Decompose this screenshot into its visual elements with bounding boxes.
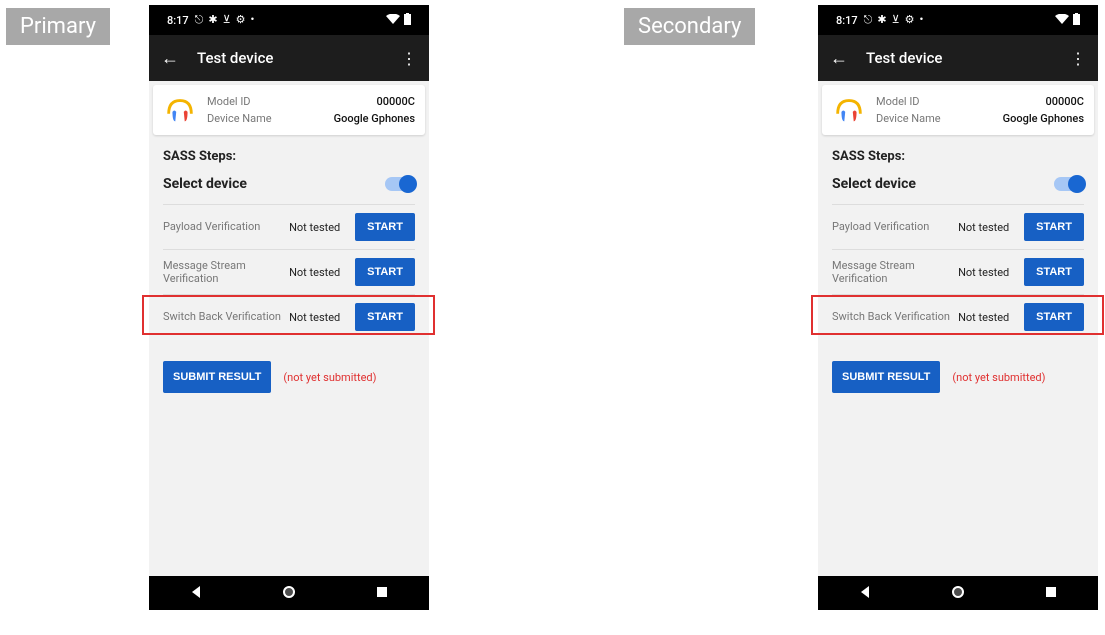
start-button[interactable]: START: [1024, 303, 1084, 331]
start-button[interactable]: START: [355, 303, 415, 331]
nav-recent-icon[interactable]: [375, 584, 389, 603]
step-name: Switch Back Verification: [832, 310, 952, 323]
primary-phone: 8:17 ⎋ ✱ ⊻ ⚙ • ← Test device ⋮: [149, 5, 429, 610]
android-nav-bar: [818, 576, 1098, 610]
device-name-label: Device Name: [207, 112, 272, 125]
step-name: Switch Back Verification: [163, 310, 283, 323]
step-row-payload: Payload Verification Not tested START: [832, 204, 1084, 249]
back-icon[interactable]: ←: [830, 48, 848, 69]
step-status: Not tested: [289, 221, 349, 234]
device-name-value: Google Gphones: [334, 112, 415, 125]
sass-steps-heading: SASS Steps:: [163, 149, 415, 164]
status-time: 8:17: [167, 14, 189, 27]
submit-status-note: (not yet submitted): [952, 371, 1045, 384]
status-icon: ⎋: [864, 13, 873, 27]
status-icon: ⊻: [892, 13, 900, 27]
status-icon: ⚙: [905, 13, 915, 27]
step-status: Not tested: [958, 221, 1018, 234]
status-icon: ⚙: [236, 13, 246, 27]
more-icon[interactable]: ⋮: [1070, 49, 1086, 68]
step-status: Not tested: [958, 311, 1018, 324]
nav-home-icon[interactable]: [282, 584, 296, 603]
step-status: Not tested: [289, 311, 349, 324]
model-id-label: Model ID: [876, 95, 920, 108]
select-device-label: Select device: [832, 176, 916, 192]
model-id-value: 00000C: [1046, 95, 1084, 108]
wifi-icon: [386, 14, 400, 27]
status-bar: 8:17 ⎋ ✱ ⊻ ⚙ •: [818, 5, 1098, 35]
back-icon[interactable]: ←: [161, 48, 179, 69]
model-id-label: Model ID: [207, 95, 251, 108]
start-button[interactable]: START: [355, 213, 415, 241]
submit-result-button[interactable]: SUBMIT RESULT: [163, 361, 271, 393]
select-device-toggle[interactable]: [385, 177, 415, 191]
step-status: Not tested: [289, 266, 349, 279]
status-indicators: ⎋ ✱ ⊻ ⚙ •: [864, 13, 924, 27]
status-bar: 8:17 ⎋ ✱ ⊻ ⚙ •: [149, 5, 429, 35]
device-card: Model ID 00000C Device Name Google Gphon…: [153, 85, 425, 135]
more-icon[interactable]: ⋮: [401, 49, 417, 68]
step-status: Not tested: [958, 266, 1018, 279]
page-title: Test device: [866, 49, 1052, 67]
start-button[interactable]: START: [1024, 213, 1084, 241]
step-row-payload: Payload Verification Not tested START: [163, 204, 415, 249]
android-nav-bar: [149, 576, 429, 610]
app-bar: ← Test device ⋮: [818, 35, 1098, 81]
model-id-value: 00000C: [377, 95, 415, 108]
status-icon: ⎋: [195, 13, 204, 27]
primary-label-tag: Primary: [6, 8, 110, 45]
device-name-value: Google Gphones: [1003, 112, 1084, 125]
select-device-label: Select device: [163, 176, 247, 192]
device-card: Model ID 00000C Device Name Google Gphon…: [822, 85, 1094, 135]
battery-icon: [404, 13, 411, 28]
step-name: Payload Verification: [163, 220, 283, 233]
battery-icon: [1073, 13, 1080, 28]
status-indicators: ⎋ ✱ ⊻ ⚙ •: [195, 13, 255, 27]
start-button[interactable]: START: [355, 258, 415, 286]
submit-result-button[interactable]: SUBMIT RESULT: [832, 361, 940, 393]
nav-back-icon[interactable]: [858, 584, 872, 603]
page-title: Test device: [197, 49, 383, 67]
status-icon: ⊻: [223, 13, 231, 27]
step-name: Payload Verification: [832, 220, 952, 233]
secondary-label-tag: Secondary: [624, 8, 755, 45]
step-name: Message Stream Verification: [832, 259, 952, 285]
nav-recent-icon[interactable]: [1044, 584, 1058, 603]
secondary-phone: 8:17 ⎋ ✱ ⊻ ⚙ • ← Test device ⋮: [818, 5, 1098, 610]
select-device-toggle[interactable]: [1054, 177, 1084, 191]
status-icon: •: [920, 13, 924, 27]
sass-steps-heading: SASS Steps:: [832, 149, 1084, 164]
app-bar: ← Test device ⋮: [149, 35, 429, 81]
status-time: 8:17: [836, 14, 858, 27]
step-name: Message Stream Verification: [163, 259, 283, 285]
nav-back-icon[interactable]: [189, 584, 203, 603]
step-row-message-stream: Message Stream Verification Not tested S…: [163, 249, 415, 294]
step-row-switch-back: Switch Back Verification Not tested STAR…: [163, 294, 415, 339]
wifi-icon: [1055, 14, 1069, 27]
step-row-message-stream: Message Stream Verification Not tested S…: [832, 249, 1084, 294]
step-row-switch-back: Switch Back Verification Not tested STAR…: [832, 294, 1084, 339]
headphones-icon: [163, 93, 197, 127]
status-icon: ✱: [877, 13, 886, 27]
submit-status-note: (not yet submitted): [283, 371, 376, 384]
device-name-label: Device Name: [876, 112, 941, 125]
status-icon: •: [251, 13, 255, 27]
headphones-icon: [832, 93, 866, 127]
status-icon: ✱: [208, 13, 217, 27]
start-button[interactable]: START: [1024, 258, 1084, 286]
nav-home-icon[interactable]: [951, 584, 965, 603]
